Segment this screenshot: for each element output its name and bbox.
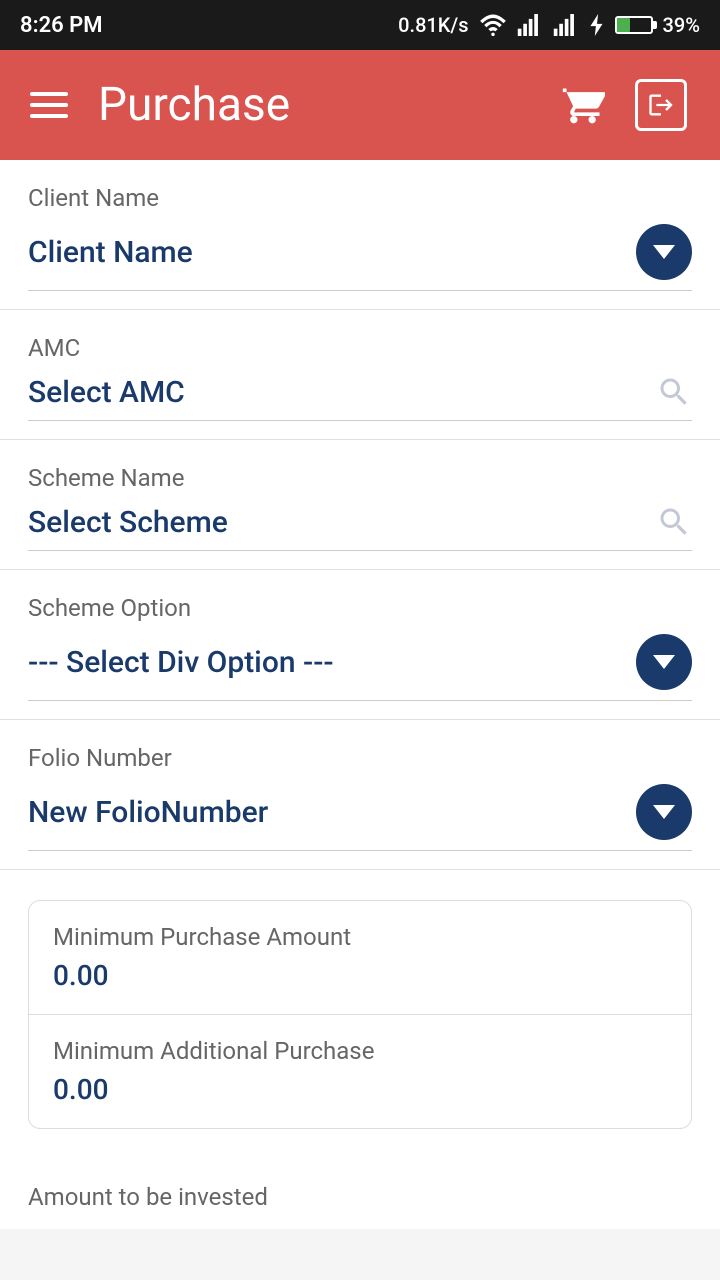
chevron-down-icon [653, 245, 675, 259]
cart-button[interactable] [554, 76, 612, 134]
amc-row: Select AMC [28, 374, 692, 421]
folio-number-dropdown[interactable] [636, 784, 692, 840]
hamburger-menu[interactable] [30, 92, 68, 118]
scheme-option-row: --- Select Div Option --- [28, 634, 692, 701]
amc-value: Select AMC [28, 375, 185, 410]
logout-icon-box [635, 79, 687, 131]
page-title: Purchase [98, 78, 290, 132]
scheme-option-value: --- Select Div Option --- [28, 645, 334, 680]
amc-label: AMC [28, 334, 692, 362]
min-additional-value: 0.00 [53, 1073, 667, 1106]
cart-icon [561, 83, 605, 127]
scheme-search-icon[interactable] [656, 504, 692, 540]
status-bar: 8:26 PM 0.81K/s [0, 0, 720, 50]
scheme-name-row: Select Scheme [28, 504, 692, 551]
wifi-icon [479, 14, 507, 36]
chevron-down-icon [653, 655, 675, 669]
scheme-name-value: Select Scheme [28, 505, 228, 540]
client-name-label: Client Name [28, 184, 692, 212]
signal-icon [517, 14, 543, 36]
scheme-option-dropdown[interactable] [636, 634, 692, 690]
amount-invest-group: Amount to be invested [0, 1159, 720, 1229]
min-additional-label: Minimum Additional Purchase [53, 1037, 667, 1065]
amc-search-icon[interactable] [656, 374, 692, 410]
folio-number-value: New FolioNumber [28, 795, 268, 830]
amount-invest-label: Amount to be invested [28, 1183, 692, 1211]
status-time: 8:26 PM [20, 13, 103, 38]
folio-number-row: New FolioNumber [28, 784, 692, 851]
charging-icon [589, 14, 605, 36]
logout-icon [647, 91, 675, 119]
min-additional-row: Minimum Additional Purchase 0.00 [29, 1015, 691, 1128]
amc-group: AMC Select AMC [0, 310, 720, 440]
client-name-dropdown[interactable] [636, 224, 692, 280]
content: Client Name Client Name AMC Select AMC S… [0, 160, 720, 1229]
status-right: 0.81K/s [398, 13, 700, 37]
battery-percent: 39% [663, 13, 700, 37]
logout-button[interactable] [632, 76, 690, 134]
scheme-option-group: Scheme Option --- Select Div Option --- [0, 570, 720, 720]
folio-number-group: Folio Number New FolioNumber [0, 720, 720, 870]
client-name-row: Client Name [28, 224, 692, 291]
client-name-value: Client Name [28, 235, 193, 270]
min-purchase-label: Minimum Purchase Amount [53, 923, 667, 951]
folio-number-label: Folio Number [28, 744, 692, 772]
min-purchase-row: Minimum Purchase Amount 0.00 [29, 901, 691, 1015]
battery-icon [615, 16, 653, 34]
nav-left: Purchase [30, 78, 290, 132]
chevron-down-icon [653, 805, 675, 819]
scheme-option-label: Scheme Option [28, 594, 692, 622]
scheme-name-group: Scheme Name Select Scheme [0, 440, 720, 570]
signal2-icon [553, 14, 579, 36]
min-purchase-value: 0.00 [53, 959, 667, 992]
nav-right [554, 76, 690, 134]
scheme-name-label: Scheme Name [28, 464, 692, 492]
info-card: Minimum Purchase Amount 0.00 Minimum Add… [28, 900, 692, 1129]
network-speed: 0.81K/s [398, 13, 468, 37]
client-name-group: Client Name Client Name [0, 160, 720, 310]
navbar: Purchase [0, 50, 720, 160]
